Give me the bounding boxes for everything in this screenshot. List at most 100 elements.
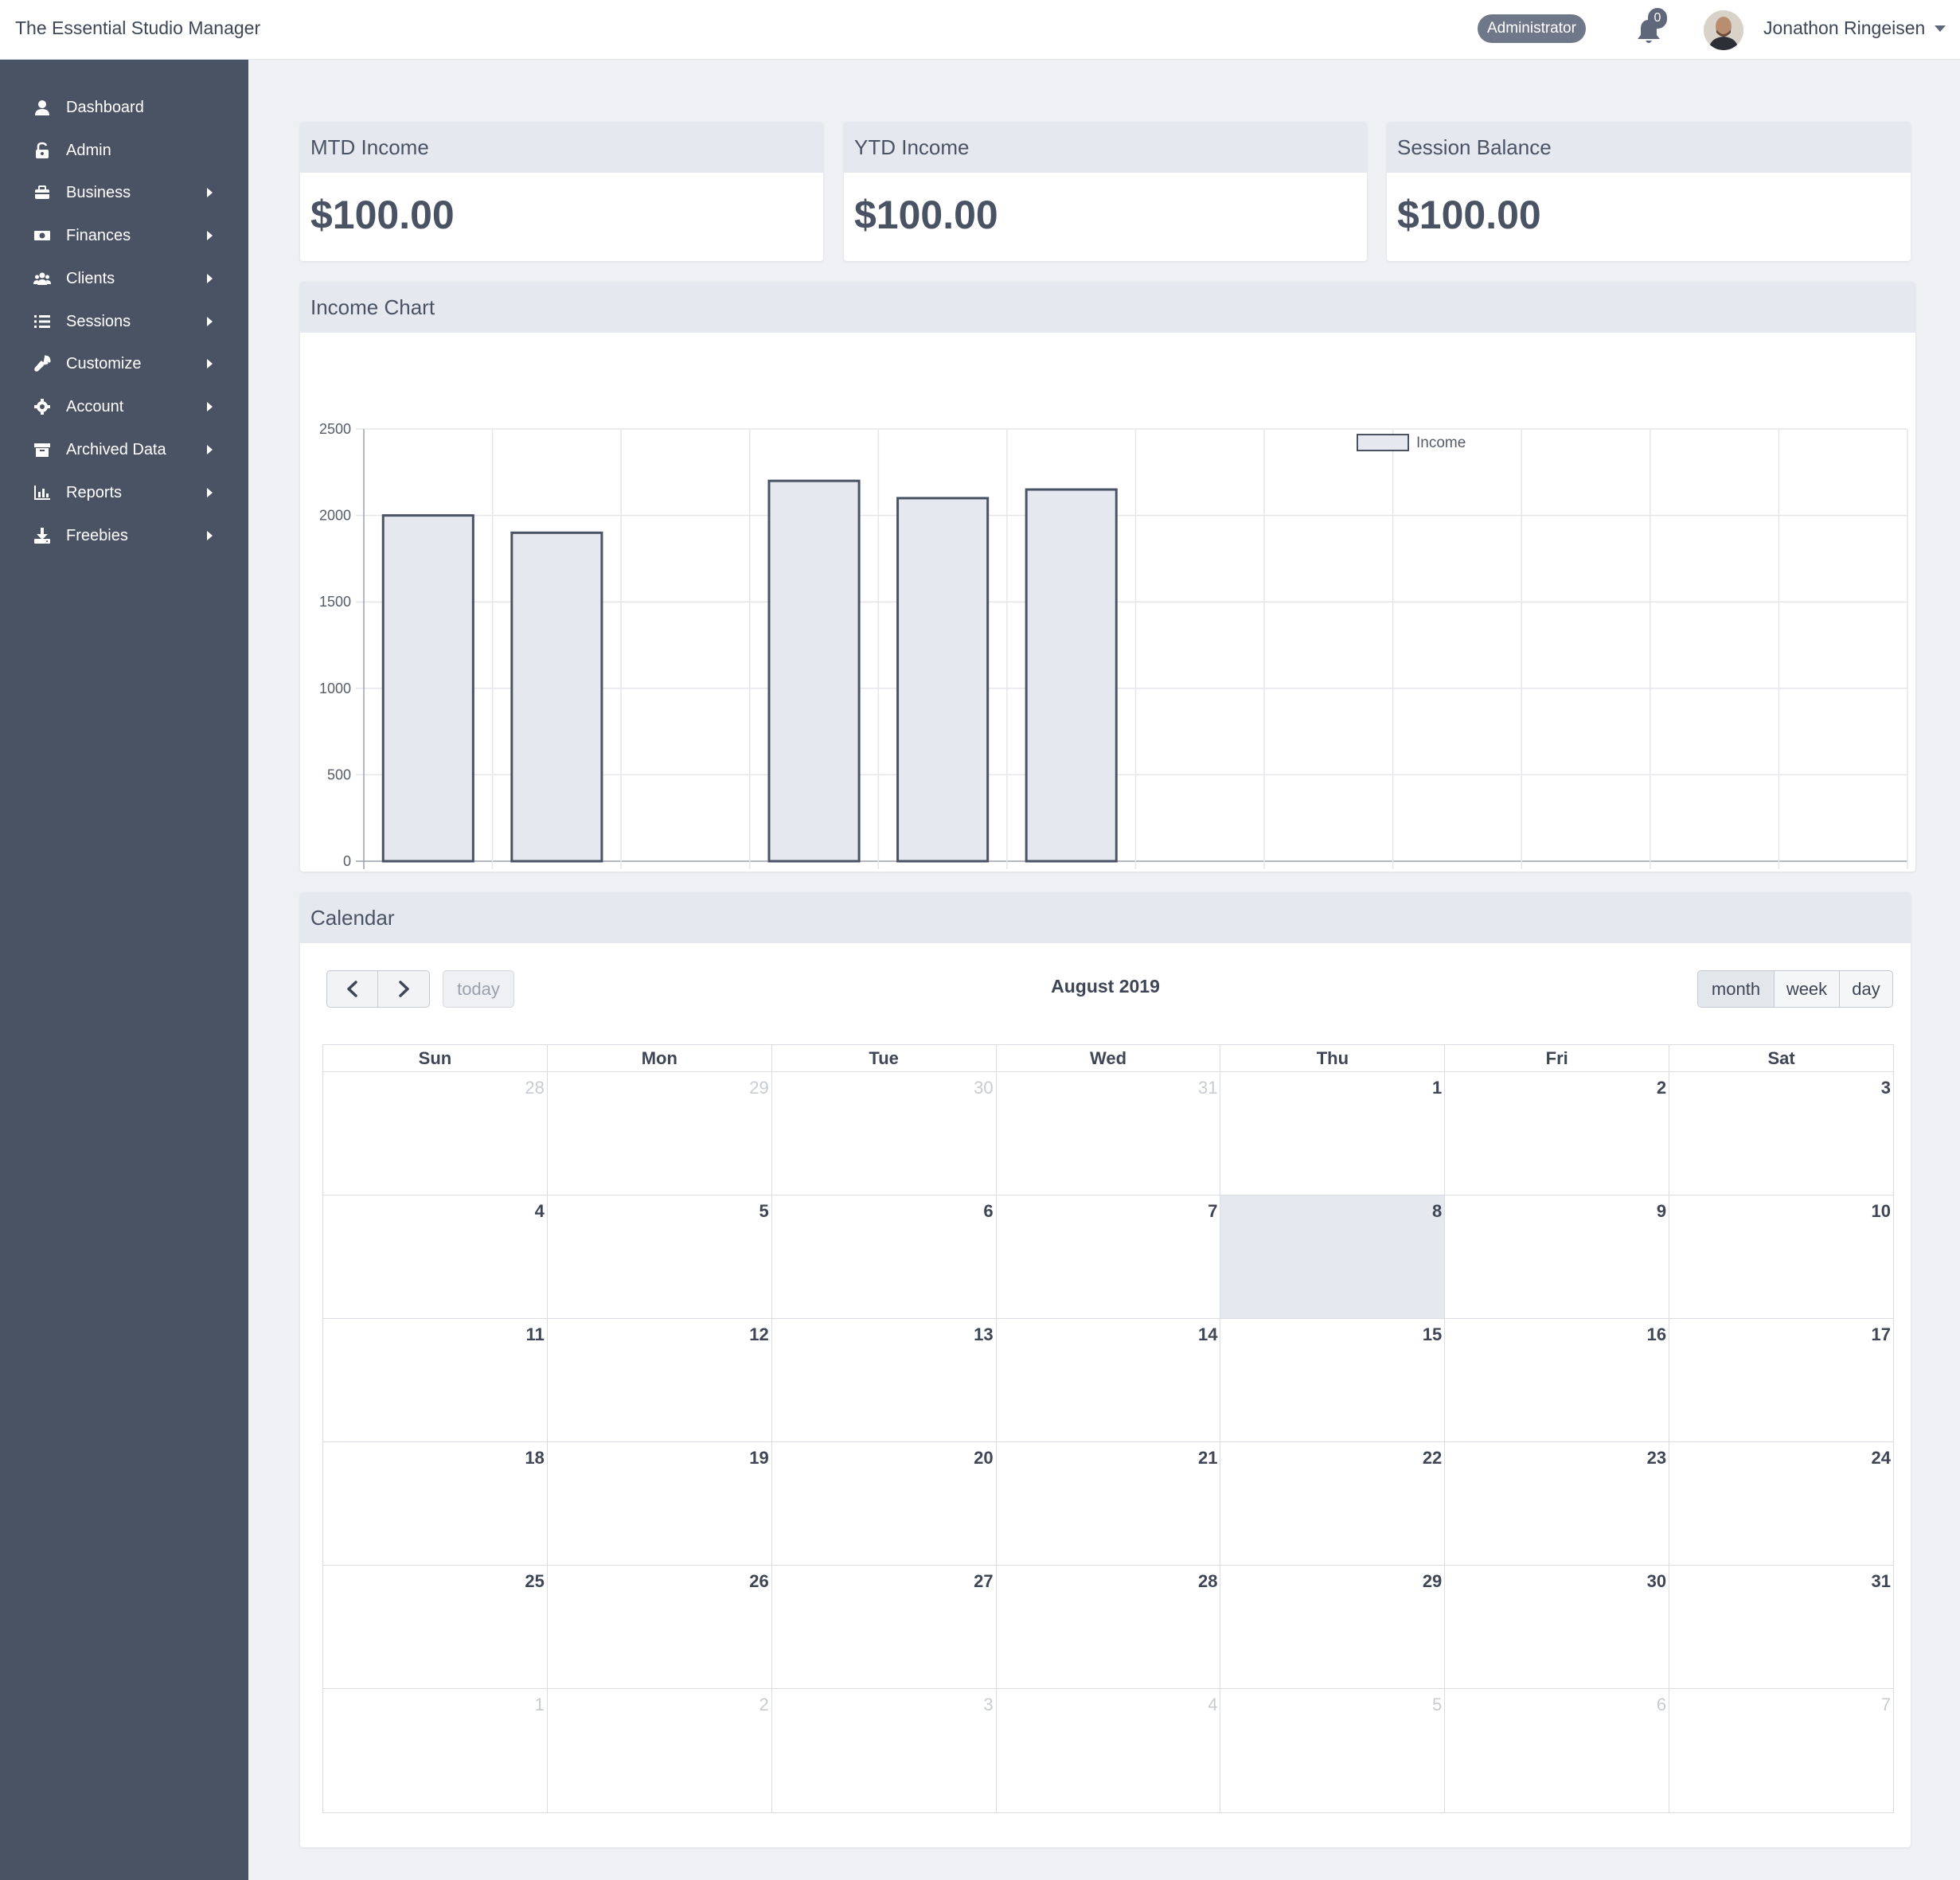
view-month-button[interactable]: month — [1698, 971, 1775, 1007]
chevron-right-icon — [207, 359, 213, 369]
calendar-day[interactable]: 3 — [1669, 1072, 1893, 1195]
legend-label: Income — [1416, 435, 1466, 451]
chevron-right-icon — [207, 274, 213, 283]
day-number: 31 — [1197, 1078, 1218, 1098]
calendar-day[interactable]: 30 — [772, 1072, 997, 1195]
stat-card-ytd-income: YTD Income $100.00 — [844, 122, 1367, 261]
calendar-month-title: August 2019 — [1051, 976, 1160, 997]
sidebar-item-label: Freebies — [66, 527, 128, 544]
sidebar-item-archived-data[interactable]: Archived Data — [0, 430, 248, 470]
calendar-day[interactable]: 19 — [548, 1442, 772, 1565]
calendar-day[interactable]: 29 — [1220, 1566, 1446, 1688]
calendar-day[interactable]: 6 — [1445, 1689, 1670, 1812]
calendar-day[interactable]: 6 — [772, 1195, 997, 1318]
chevron-right-icon — [207, 531, 213, 540]
sidebar-item-label: Clients — [66, 270, 115, 287]
calendar-day[interactable]: 5 — [548, 1195, 772, 1318]
calendar-day[interactable]: 17 — [1669, 1319, 1893, 1441]
calendar-day[interactable]: 25 — [323, 1566, 548, 1688]
calendar-day[interactable]: 10 — [1669, 1195, 1893, 1318]
calendar-day[interactable]: 11 — [323, 1319, 548, 1441]
user-menu[interactable]: Jonathon Ringeisen — [1763, 18, 1925, 39]
sidebar-item-label: Account — [66, 398, 124, 415]
sidebar-item-dashboard[interactable]: Dashboard — [0, 88, 248, 127]
calendar-day[interactable]: 28 — [997, 1566, 1221, 1688]
day-number: 6 — [1656, 1695, 1667, 1714]
calendar-day[interactable]: 7 — [997, 1195, 1221, 1318]
calendar-day[interactable]: 13 — [772, 1319, 997, 1441]
sidebar-item-account[interactable]: Account — [0, 387, 248, 427]
view-day-button[interactable]: day — [1840, 971, 1892, 1007]
calendar-day[interactable]: 3 — [772, 1689, 997, 1812]
calendar-day[interactable]: 15 — [1220, 1319, 1446, 1441]
download-icon — [34, 528, 50, 544]
calendar-day[interactable]: 31 — [997, 1072, 1221, 1195]
calendar-week-row: 4 5 6 7 8 9 10 — [323, 1195, 1893, 1319]
archive-icon — [34, 443, 50, 457]
calendar-day[interactable]: 1 — [323, 1689, 548, 1812]
calendar-day[interactable]: 12 — [548, 1319, 772, 1441]
calendar-day[interactable]: 4 — [997, 1689, 1221, 1812]
day-number: 5 — [1432, 1695, 1443, 1714]
day-number: 15 — [1422, 1324, 1443, 1344]
top-bar: The Essential Studio Manager Administrat… — [0, 0, 1960, 60]
calendar-day[interactable]: 28 — [323, 1072, 548, 1195]
calendar-day[interactable]: 18 — [323, 1442, 548, 1565]
calendar-day[interactable]: 16 — [1445, 1319, 1670, 1441]
calendar-day-today[interactable]: 8 — [1220, 1195, 1446, 1318]
sidebar-item-customize[interactable]: Customize — [0, 344, 248, 384]
calendar-week-row: 11 12 13 14 15 16 17 — [323, 1319, 1893, 1442]
card-header: Calendar — [300, 892, 1911, 943]
sidebar-item-freebies[interactable]: Freebies — [0, 516, 248, 556]
calendar-day[interactable]: 31 — [1669, 1566, 1893, 1688]
calendar-day[interactable]: 20 — [772, 1442, 997, 1565]
calendar-day[interactable]: 21 — [997, 1442, 1221, 1565]
calendar-card: Calendar today August 2019 month week da… — [300, 892, 1911, 1847]
chevron-down-icon[interactable] — [1935, 25, 1946, 32]
card-title: Calendar — [310, 906, 395, 930]
sidebar-item-sessions[interactable]: Sessions — [0, 302, 248, 341]
sidebar-item-business[interactable]: Business — [0, 173, 248, 213]
day-number: 30 — [1646, 1571, 1667, 1591]
calendar-day[interactable]: 7 — [1669, 1689, 1893, 1812]
calendar-day[interactable]: 9 — [1445, 1195, 1670, 1318]
calendar-day[interactable]: 30 — [1445, 1566, 1670, 1688]
calendar-day[interactable]: 2 — [1445, 1072, 1670, 1195]
sidebar-item-admin[interactable]: Admin — [0, 131, 248, 170]
calendar-day[interactable]: 27 — [772, 1566, 997, 1688]
avatar[interactable] — [1704, 10, 1743, 50]
calendar-day[interactable]: 4 — [323, 1195, 548, 1318]
y-tick-label: 1000 — [319, 681, 351, 696]
day-number: 27 — [974, 1571, 994, 1591]
day-number: 5 — [759, 1201, 769, 1221]
user-icon — [35, 100, 49, 115]
sidebar-item-reports[interactable]: Reports — [0, 473, 248, 513]
day-number: 6 — [983, 1201, 994, 1221]
calendar-day[interactable]: 26 — [548, 1566, 772, 1688]
calendar-day[interactable]: 1 — [1220, 1072, 1446, 1195]
y-tick-label: 2000 — [319, 508, 351, 524]
day-number: 1 — [534, 1695, 545, 1714]
calendar-day[interactable]: 29 — [548, 1072, 772, 1195]
weekday-header: Mon — [548, 1045, 772, 1071]
sidebar-item-finances[interactable]: Finances — [0, 216, 248, 255]
view-week-button[interactable]: week — [1775, 971, 1840, 1007]
day-number: 29 — [749, 1078, 769, 1098]
app-title[interactable]: The Essential Studio Manager — [15, 18, 260, 39]
income-bar-chart: 05001000150020002500JanuaryFebruaryMarch… — [319, 421, 1908, 869]
calendar-day[interactable]: 2 — [548, 1689, 772, 1812]
calendar-day[interactable]: 24 — [1669, 1442, 1893, 1565]
day-number: 29 — [1422, 1571, 1443, 1591]
calendar-day[interactable]: 14 — [997, 1319, 1221, 1441]
calendar-day[interactable]: 22 — [1220, 1442, 1446, 1565]
calendar-day[interactable]: 23 — [1445, 1442, 1670, 1565]
day-number: 24 — [1871, 1448, 1892, 1468]
weekday-header: Sun — [323, 1045, 548, 1071]
card-header: MTD Income — [300, 122, 823, 173]
card-title: Income Chart — [310, 295, 435, 319]
sidebar-item-clients[interactable]: Clients — [0, 259, 248, 298]
calendar-day[interactable]: 5 — [1220, 1689, 1446, 1812]
stat-value: $100.00 — [854, 193, 998, 237]
stat-card-mtd-income: MTD Income $100.00 — [300, 122, 823, 261]
sidebar-item-label: Reports — [66, 484, 123, 501]
